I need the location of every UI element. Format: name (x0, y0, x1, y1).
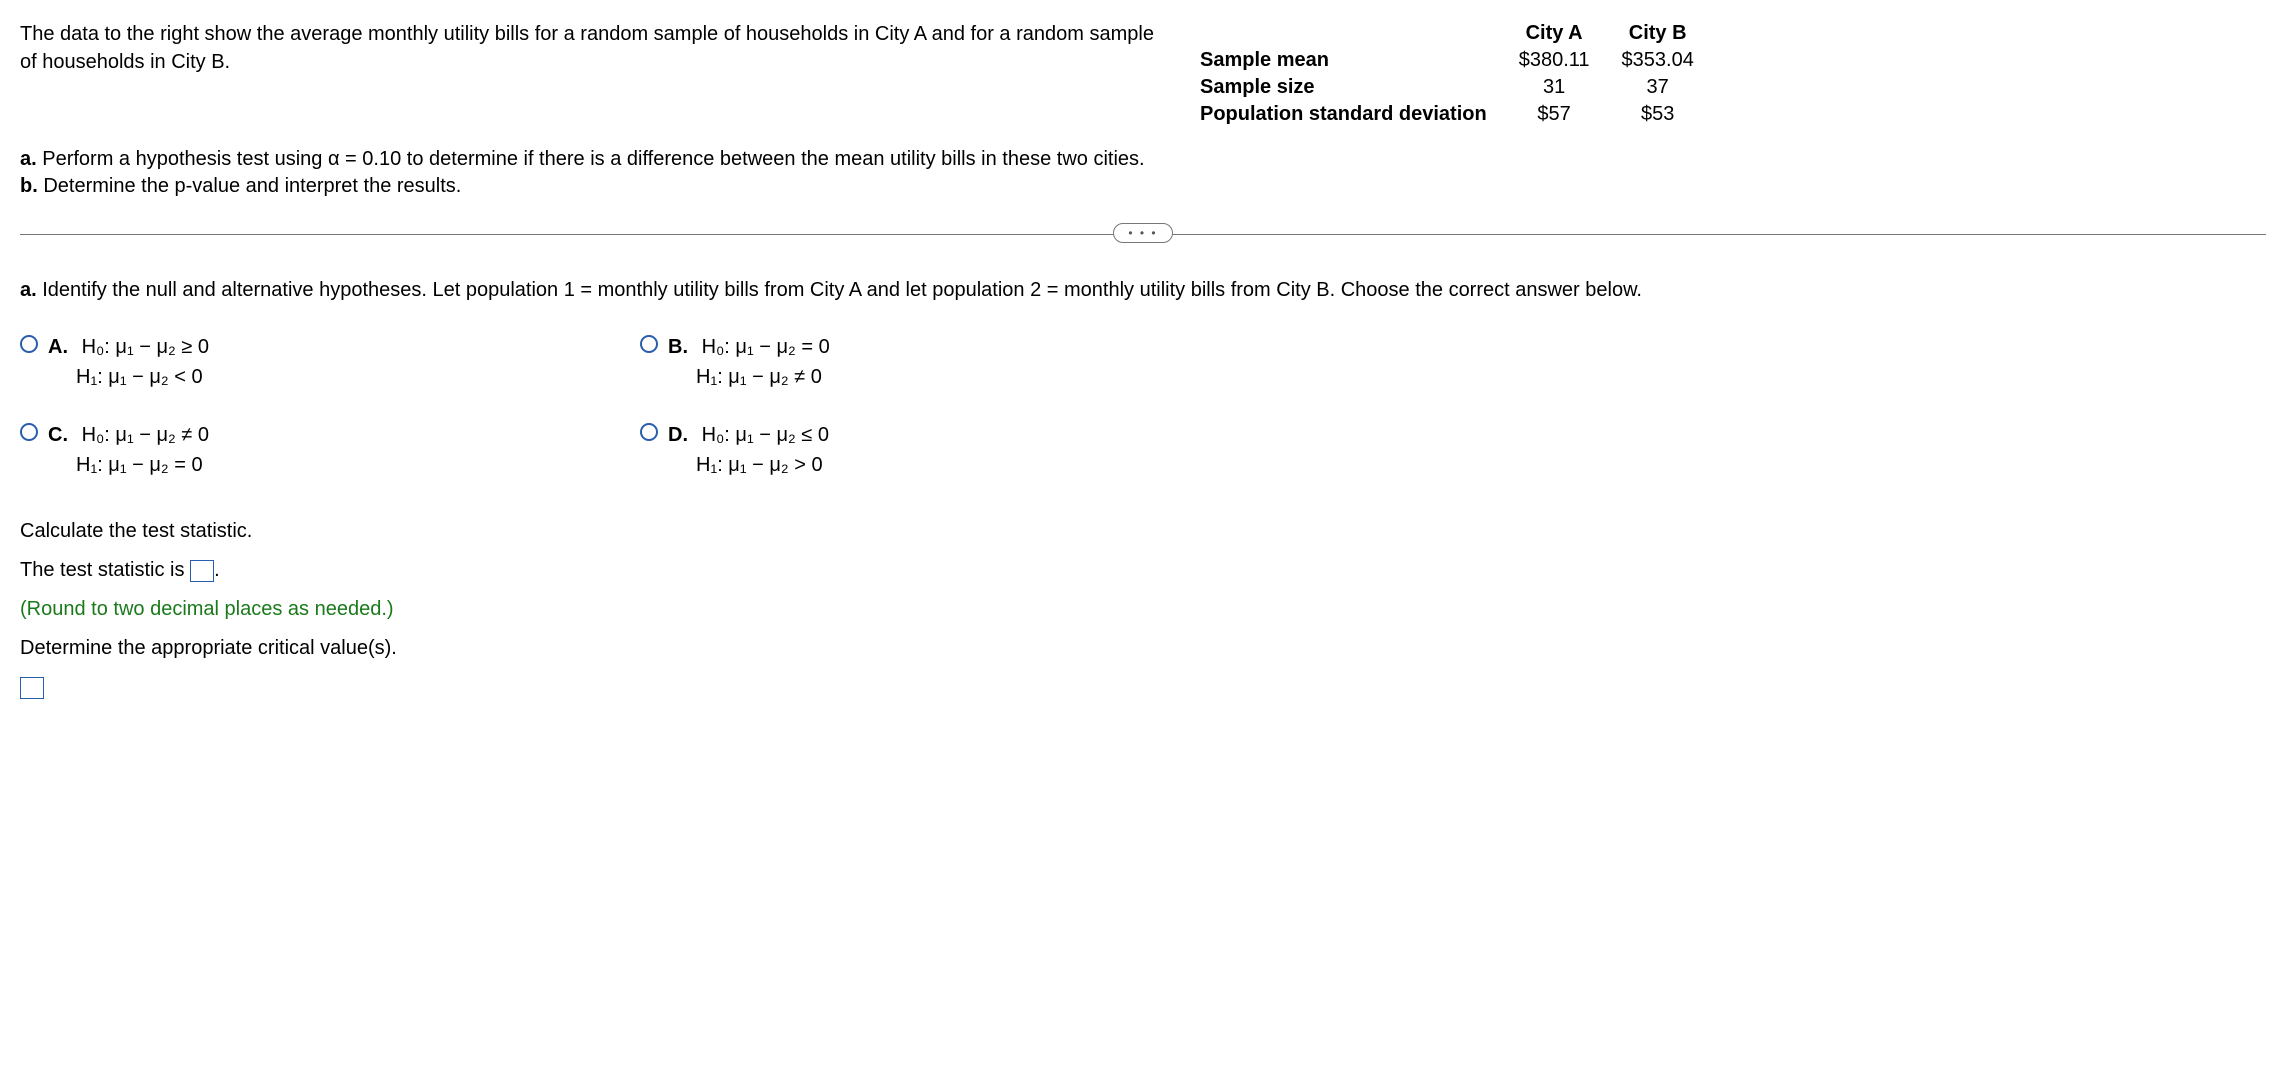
option-label: B. (668, 332, 690, 362)
data-table: City A City B Sample mean $380.11 $353.0… (1200, 20, 1710, 128)
task-a-prefix: a. (20, 148, 37, 170)
option-d-h1: H₁: μ₁ − μ₂ > 0 (696, 454, 823, 476)
critical-value-line (20, 676, 2266, 699)
answer-options: A. H₀: μ₁ − μ₂ ≥ 0 H₁: μ₁ − μ₂ < 0 B. H₀… (20, 332, 1220, 480)
row-val: $380.11 (1503, 47, 1606, 74)
intro-text: The data to the right show the average m… (20, 20, 1160, 76)
test-statistic-input[interactable] (190, 560, 214, 582)
row-label-sample-size: Sample size (1200, 74, 1503, 101)
table-header-blank (1200, 20, 1503, 47)
row-label-sample-mean: Sample mean (1200, 47, 1503, 74)
option-label: C. (48, 420, 70, 450)
option-label: D. (668, 420, 690, 450)
critical-value-input[interactable] (20, 677, 44, 699)
radio-b[interactable] (640, 335, 658, 353)
row-val: 37 (1606, 74, 1710, 101)
test-stat-line: The test statistic is . (20, 559, 2266, 582)
question-a-body: Identify the null and alternative hypoth… (37, 279, 1642, 301)
table-row: Sample size 31 37 (1200, 74, 1710, 101)
table-header-city-a: City A (1503, 20, 1606, 47)
option-label: A. (48, 332, 70, 362)
radio-d[interactable] (640, 423, 658, 441)
task-b-text: Determine the p-value and interpret the … (38, 175, 462, 197)
option-c[interactable]: C. H₀: μ₁ − μ₂ ≠ 0 H₁: μ₁ − μ₂ = 0 (20, 420, 600, 480)
option-d[interactable]: D. H₀: μ₁ − μ₂ ≤ 0 H₁: μ₁ − μ₂ > 0 (640, 420, 1220, 480)
option-b[interactable]: B. H₀: μ₁ − μ₂ = 0 H₁: μ₁ − μ₂ ≠ 0 (640, 332, 1220, 392)
problem-header: The data to the right show the average m… (20, 20, 2266, 128)
task-a-text: Perform a hypothesis test using α = 0.10… (37, 148, 1145, 170)
row-val: $353.04 (1606, 47, 1710, 74)
option-b-h1: H₁: μ₁ − μ₂ ≠ 0 (696, 366, 822, 388)
radio-a[interactable] (20, 335, 38, 353)
critical-value-prompt: Determine the appropriate critical value… (20, 637, 2266, 660)
row-label-pop-sd: Population standard deviation (1200, 101, 1503, 128)
row-val: $53 (1606, 101, 1710, 128)
test-stat-post: . (214, 559, 220, 581)
calc-test-stat-prompt: Calculate the test statistic. (20, 520, 2266, 543)
table-row: Population standard deviation $57 $53 (1200, 101, 1710, 128)
option-c-h0: H₀: μ₁ − μ₂ ≠ 0 (82, 424, 209, 446)
option-a-h1: H₁: μ₁ − μ₂ < 0 (76, 366, 203, 388)
rounding-hint: (Round to two decimal places as needed.) (20, 598, 2266, 621)
option-b-h0: H₀: μ₁ − μ₂ = 0 (702, 336, 830, 358)
radio-c[interactable] (20, 423, 38, 441)
option-c-h1: H₁: μ₁ − μ₂ = 0 (76, 454, 203, 476)
row-val: $57 (1503, 101, 1606, 128)
question-a-prefix: a. (20, 279, 37, 301)
table-row: Sample mean $380.11 $353.04 (1200, 47, 1710, 74)
option-d-h0: H₀: μ₁ − μ₂ ≤ 0 (702, 424, 829, 446)
table-header-city-b: City B (1606, 20, 1710, 47)
option-a[interactable]: A. H₀: μ₁ − μ₂ ≥ 0 H₁: μ₁ − μ₂ < 0 (20, 332, 600, 392)
row-val: 31 (1503, 74, 1606, 101)
task-list: a. Perform a hypothesis test using α = 0… (20, 148, 2266, 198)
option-a-h0: H₀: μ₁ − μ₂ ≥ 0 (82, 336, 209, 358)
test-stat-pre: The test statistic is (20, 559, 190, 581)
expand-toggle[interactable]: • • • (1113, 223, 1172, 243)
task-b-prefix: b. (20, 175, 38, 197)
question-a-text: a. Identify the null and alternative hyp… (20, 279, 2266, 302)
